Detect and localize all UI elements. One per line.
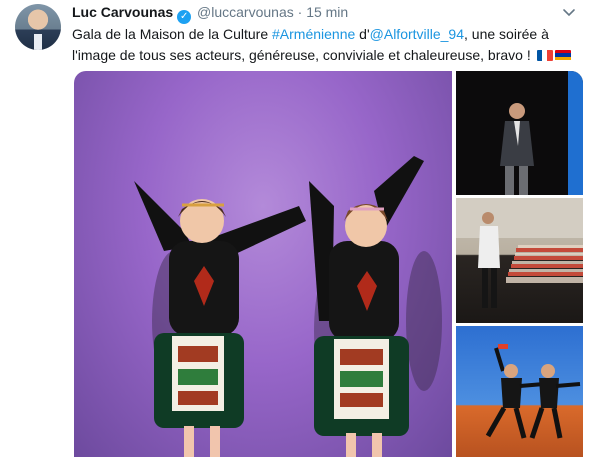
verified-badge-icon: ✓: [177, 10, 192, 24]
media-grid: [74, 71, 583, 457]
tweet-text-part: d': [355, 26, 370, 42]
tweet-text-part: Gala de la Maison de la Culture: [72, 26, 272, 42]
tweet[interactable]: Luc Carvounas ✓ @luccarvounas · 15 min Ga…: [0, 0, 592, 457]
avatar[interactable]: [15, 4, 61, 50]
tweet-text: Gala de la Maison de la Culture #Arménie…: [72, 24, 582, 65]
separator-dot: ·: [297, 4, 303, 20]
children-dancers-photo[interactable]: [74, 71, 452, 457]
tweet-timestamp[interactable]: 15 min: [306, 4, 348, 20]
flag-france-icon: [536, 49, 553, 61]
boy-dancers-photo[interactable]: [456, 326, 583, 457]
hashtag-link[interactable]: #Arménienne: [272, 26, 355, 42]
audience-hall-photo[interactable]: [456, 198, 583, 323]
author-name[interactable]: Luc Carvounas: [72, 4, 173, 20]
flag-armenia-icon: [554, 49, 571, 61]
tweet-header: Luc Carvounas ✓ @luccarvounas · 15 min: [72, 3, 348, 24]
author-handle[interactable]: @luccarvounas: [197, 4, 294, 20]
mention-link[interactable]: @Alfortville_94: [370, 26, 464, 42]
speaker-on-stage-photo[interactable]: [456, 71, 583, 195]
chevron-down-icon[interactable]: [561, 4, 577, 20]
